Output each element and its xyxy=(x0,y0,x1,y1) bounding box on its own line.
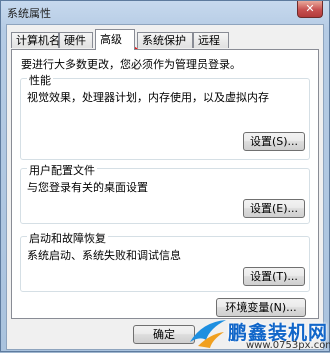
startup-recovery-group: 启动和故障恢复 系统启动、系统失败和调试信息 设置(T)... xyxy=(20,230,310,292)
tab-advanced[interactable]: 高级 xyxy=(95,29,135,50)
user-profiles-title: 用户配置文件 xyxy=(27,162,97,178)
bird-logo-icon xyxy=(190,320,226,348)
site-watermark: 鹏鑫装机网 www.0753px.com xyxy=(186,316,330,352)
advanced-tab-panel: 要进行大多数更改，您必须作为管理员登录。 性能 视觉效果，处理器计划，内存使用，… xyxy=(11,49,319,319)
performance-group: 性能 视觉效果，处理器计划，内存使用，以及虚拟内存 设置(S)... xyxy=(20,72,310,160)
watermark-url: www.0753px.com xyxy=(246,340,330,351)
performance-description: 视觉效果，处理器计划，内存使用，以及虚拟内存 xyxy=(27,91,269,104)
user-profiles-settings-button[interactable]: 设置(E)... xyxy=(243,199,305,218)
performance-settings-button[interactable]: 设置(S)... xyxy=(243,132,305,151)
startup-recovery-settings-button[interactable]: 设置(T)... xyxy=(243,267,305,286)
admin-notice: 要进行大多数更改，您必须作为管理员登录。 xyxy=(21,58,241,71)
user-profiles-group: 用户配置文件 与您登录有关的桌面设置 设置(E)... xyxy=(20,162,310,224)
user-profiles-description: 与您登录有关的桌面设置 xyxy=(27,181,148,194)
startup-recovery-description: 系统启动、系统失败和调试信息 xyxy=(27,249,181,262)
system-properties-window: 系统属性 ✕ 计算机名 硬件 高级 系统保护 远程 要进行大多数更改，您必须作为… xyxy=(0,0,330,352)
dialog-client-area: 计算机名 硬件 高级 系统保护 远程 要进行大多数更改，您必须作为管理员登录。 … xyxy=(6,24,324,350)
performance-title: 性能 xyxy=(27,72,53,88)
environment-variables-button[interactable]: 环境变量(N)... xyxy=(216,298,306,317)
startup-recovery-title: 启动和故障恢复 xyxy=(27,230,108,246)
